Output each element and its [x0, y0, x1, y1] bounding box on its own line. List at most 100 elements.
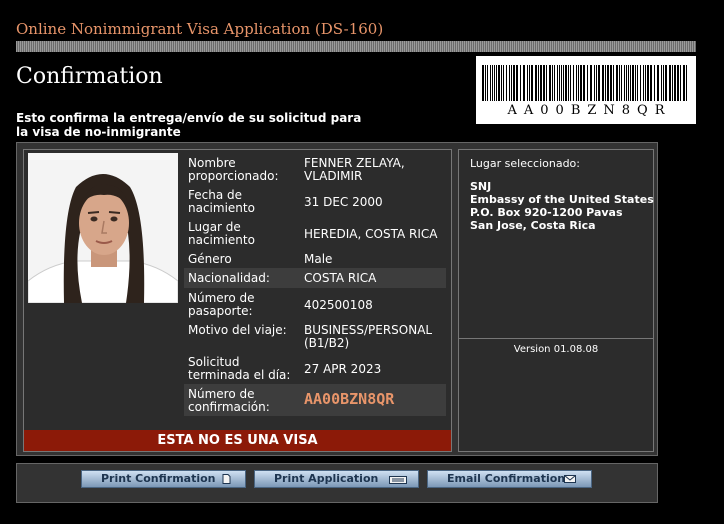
- barcode-bar: [513, 65, 515, 101]
- location-line-po-box: P.O. Box 920-1200 Pavas: [470, 206, 623, 219]
- document-icon: [222, 474, 231, 484]
- field-label-confirmation-number: Número de confirmación:: [188, 387, 270, 414]
- field-row-submitted-date: Solicitud terminada el día: 27 APR 2023: [184, 356, 446, 384]
- barcode-bar: [496, 65, 497, 101]
- barcode-bar: [624, 65, 625, 101]
- barcode-bar: [565, 65, 567, 101]
- field-row-nationality: Nacionalidad: COSTA RICA: [184, 268, 446, 288]
- barcode-bar: [683, 65, 685, 101]
- field-value-birth-date: 31 DEC 2000: [304, 195, 383, 209]
- location-label: Lugar seleccionado:: [470, 157, 580, 170]
- barcode-bar: [568, 65, 569, 101]
- field-value-passport: 402500108: [304, 298, 373, 312]
- field-row-passport: Número de pasaporte: 402500108: [184, 292, 446, 320]
- location-line-city: San Jose, Costa Rica: [470, 219, 596, 232]
- barcode-bar: [677, 65, 679, 101]
- envelope-icon: [564, 475, 576, 483]
- print-confirmation-button[interactable]: Print Confirmation: [81, 470, 246, 488]
- barcode: AA00BZN8QR: [476, 56, 696, 124]
- barcode-bar: [663, 65, 664, 101]
- title-divider-bar: [16, 41, 696, 52]
- print-application-button[interactable]: Print Application: [254, 470, 419, 488]
- email-confirmation-button[interactable]: Email Confirmation: [427, 470, 592, 488]
- barcode-bar: [511, 65, 512, 101]
- field-value-name: FENNER ZELAYA, VLADIMIR: [304, 156, 405, 183]
- barcode-bar: [632, 65, 634, 101]
- barcode-bar: [594, 65, 595, 101]
- barcode-bar: [540, 65, 542, 101]
- field-label-nationality: Nacionalidad:: [188, 271, 270, 285]
- barcode-bar: [637, 65, 638, 101]
- barcode-bar: [531, 65, 533, 101]
- barcode-bar: [583, 65, 585, 101]
- field-label-travel-purpose: Motivo del viaje:: [188, 323, 287, 337]
- barcode-bar: [643, 65, 644, 101]
- barcode-bar: [492, 65, 493, 101]
- field-label-gender: Género: [188, 252, 232, 266]
- barcode-bar: [686, 65, 687, 101]
- location-panel-divider: [459, 338, 653, 339]
- field-label-birth-date: Fecha de nacimiento: [188, 188, 255, 215]
- barcode-bar: [661, 65, 662, 101]
- barcode-bar: [563, 65, 564, 101]
- barcode-bar: [538, 65, 539, 101]
- location-address: SNJ Embassy of the United States P.O. Bo…: [470, 180, 654, 232]
- barcode-bar: [607, 65, 609, 101]
- barcode-bar: [494, 65, 495, 101]
- barcode-bar: [596, 65, 597, 101]
- barcode-bar: [503, 65, 504, 101]
- barcode-bar: [559, 65, 560, 101]
- barcode-bar: [665, 65, 667, 101]
- barcode-bar: [654, 65, 655, 101]
- barcode-bar: [613, 65, 614, 101]
- barcode-bar: [626, 65, 627, 101]
- barcode-text: AA00BZN8QR: [507, 103, 672, 118]
- barcode-bar: [674, 65, 676, 101]
- barcode-bar: [554, 65, 555, 101]
- barcode-bar: [527, 65, 528, 101]
- print-confirmation-label: Print Confirmation: [101, 472, 216, 485]
- barcode-bar: [628, 65, 629, 101]
- barcode-bar: [485, 65, 486, 101]
- barcode-bar: [590, 65, 592, 101]
- barcode-bar: [647, 65, 649, 101]
- barcode-bar: [602, 65, 604, 101]
- field-value-submitted-date: 27 APR 2023: [304, 362, 382, 376]
- field-value-birth-place: HEREDIA, COSTA RICA: [304, 227, 438, 241]
- print-application-label: Print Application: [274, 472, 379, 485]
- page-title: Confirmation: [16, 64, 163, 89]
- barcode-bar: [487, 65, 488, 101]
- version-text: Version 01.08.08: [513, 344, 599, 355]
- barcode-bar: [549, 65, 551, 101]
- barcode-bar: [490, 65, 491, 101]
- barcode-bar: [501, 65, 502, 101]
- barcode-bar: [498, 65, 500, 101]
- barcode-bar: [535, 65, 537, 101]
- barcode-bar: [640, 65, 641, 101]
- barcode-bar: [543, 65, 545, 101]
- field-label-submitted-date: Solicitud terminada el día:: [188, 355, 291, 382]
- barcode-bar: [619, 65, 620, 101]
- field-value-nationality: COSTA RICA: [304, 271, 377, 285]
- field-label-birth-place: Lugar de nacimiento: [188, 220, 255, 247]
- field-row-birth-date: Fecha de nacimiento 31 DEC 2000: [184, 189, 446, 217]
- field-row-confirmation-number: Número de confirmación: AA00BZN8QR: [184, 384, 446, 416]
- field-label-passport: Número de pasaporte:: [188, 291, 255, 318]
- barcode-bar: [598, 65, 600, 101]
- barcode-bar: [635, 65, 636, 101]
- barcode-bar: [520, 65, 521, 101]
- barcode-bar: [552, 65, 553, 101]
- field-row-gender: Género Male: [184, 253, 446, 267]
- field-value-gender: Male: [304, 252, 333, 266]
- location-line-embassy: Embassy of the United States: [470, 193, 654, 206]
- barcode-bar: [561, 65, 562, 101]
- field-value-travel-purpose: BUSINESS/PERSONAL (B1/B2): [304, 323, 433, 350]
- barcode-bar: [610, 65, 612, 101]
- not-a-visa-banner: ESTA NO ES UNA VISA: [24, 430, 451, 451]
- location-line-code: SNJ: [470, 180, 492, 193]
- barcode-bar: [680, 65, 681, 101]
- barcode-bar: [621, 65, 622, 101]
- applicant-photo: [28, 153, 178, 303]
- barcode-bar: [570, 65, 571, 101]
- barcode-bar: [546, 65, 547, 101]
